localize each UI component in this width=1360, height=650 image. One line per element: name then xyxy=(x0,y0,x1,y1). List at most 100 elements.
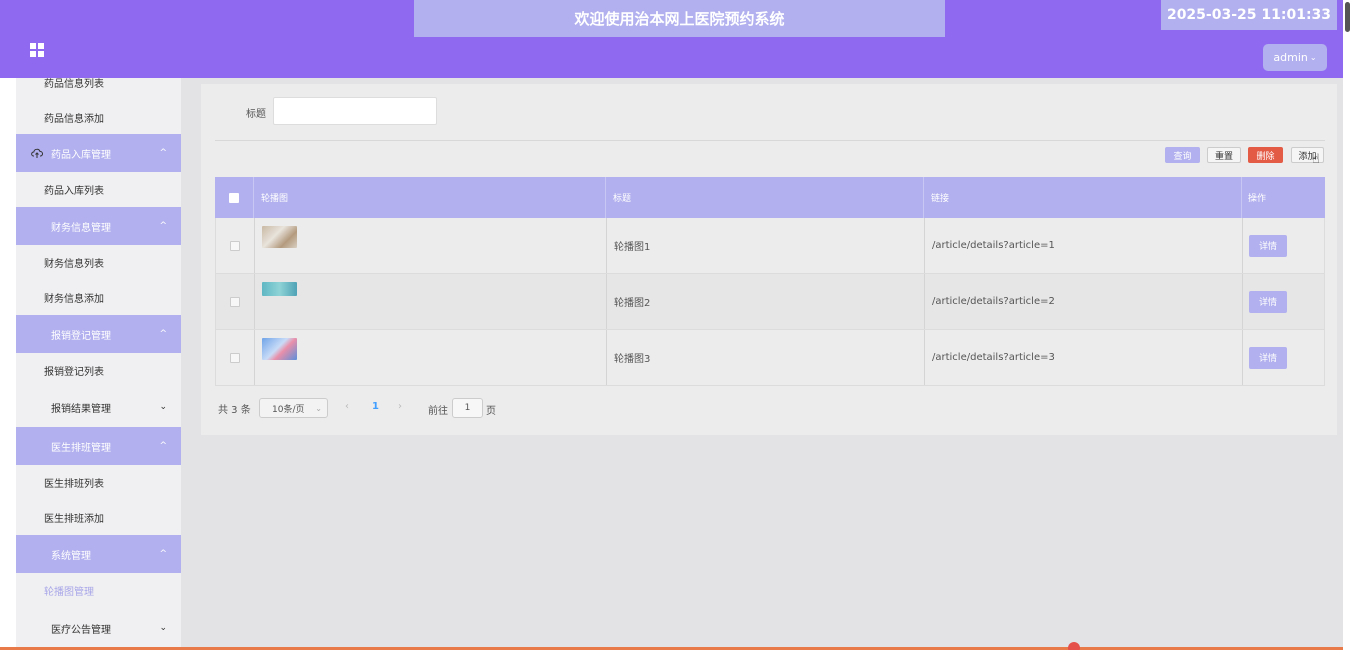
sidebar-group-medicine-stock[interactable]: 药品入库管理 ^ xyxy=(16,134,181,172)
scrollbar-thumb[interactable] xyxy=(1345,2,1350,32)
search-label: 标题 xyxy=(246,109,266,120)
sidebar-item-finance-add[interactable]: 财务信息添加 xyxy=(16,280,181,315)
chevron-down-icon: ⌄ xyxy=(159,623,167,633)
chevron-down-icon: ⌄ xyxy=(315,403,322,413)
user-menu-button[interactable]: admin ⌄ xyxy=(1263,44,1327,71)
sidebar-item-stock-list[interactable]: 药品入库列表 xyxy=(16,172,181,207)
chevron-up-icon: ^ xyxy=(159,441,167,451)
window-scrollbar[interactable] xyxy=(1343,0,1360,650)
sidebar-group-system[interactable]: 系统管理 ^ xyxy=(16,535,181,573)
divider xyxy=(215,140,1325,141)
table-row: 轮播图1 /article/details?article=1 详情 xyxy=(215,218,1325,274)
page-size-select[interactable]: 10条/页 ⌄ xyxy=(259,398,328,418)
sidebar-group-reimburse[interactable]: 报销登记管理 ^ xyxy=(16,315,181,353)
sidebar: 药品信息列表 药品信息添加 药品入库管理 ^ 药品入库列表 财务信息管理 ^ 财… xyxy=(16,78,181,650)
delete-button[interactable]: 删除 xyxy=(1248,147,1283,163)
chevron-up-icon: ^ xyxy=(159,148,167,158)
table-row: 轮播图3 /article/details?article=3 详情 xyxy=(215,330,1325,386)
title-cell: 轮播图1 xyxy=(607,218,925,273)
row-select-cell xyxy=(216,274,255,329)
query-button[interactable]: 查询 xyxy=(1165,147,1200,163)
carousel-thumbnail[interactable] xyxy=(262,226,297,248)
sidebar-group-doctor-schedule[interactable]: 医生排班管理 ^ xyxy=(16,427,181,465)
row-select-cell xyxy=(216,330,255,385)
image-cell xyxy=(255,330,607,385)
sidebar-item-label: 医生排班列表 xyxy=(44,479,104,490)
sidebar-item-label: 医生排班添加 xyxy=(44,514,104,525)
sidebar-item-label: 财务信息列表 xyxy=(44,259,104,270)
detail-button[interactable]: 详情 xyxy=(1249,346,1287,369)
menu-grid-icon[interactable] xyxy=(30,43,44,57)
sidebar-group-label: 报销登记管理 xyxy=(51,330,111,342)
title-cell: 轮播图3 xyxy=(607,330,925,385)
sidebar-group-label: 医生排班管理 xyxy=(51,442,111,454)
chevron-up-icon: ^ xyxy=(159,329,167,339)
top-header: 欢迎使用治本网上医院预约系统 2025-03-25 11:01:33 admin… xyxy=(0,0,1343,78)
row-select-cell xyxy=(216,218,255,273)
title-cell: 轮播图2 xyxy=(607,274,925,329)
row-checkbox[interactable] xyxy=(230,296,240,307)
record-indicator-icon xyxy=(1068,642,1080,650)
current-datetime: 2025-03-25 11:01:33 xyxy=(1161,0,1337,30)
goto-page-input[interactable]: 1 xyxy=(452,398,483,418)
sidebar-item-label: 药品信息列表 xyxy=(44,79,104,90)
column-header-action: 操作 xyxy=(1248,194,1267,204)
page-number-current[interactable]: 1 xyxy=(372,401,379,412)
sidebar-group-label: 财务信息管理 xyxy=(51,222,111,234)
carousel-thumbnail[interactable] xyxy=(262,282,297,296)
sidebar-group-announcement[interactable]: 医疗公告管理 ⌄ xyxy=(16,609,181,647)
column-header-title[interactable]: 标题 xyxy=(606,177,924,218)
cloud-upload-icon xyxy=(31,148,43,158)
sidebar-item-label: 报销登记列表 xyxy=(44,367,104,378)
sidebar-group-label: 医疗公告管理 xyxy=(51,624,111,636)
sidebar-group-label: 报销结果管理 xyxy=(51,403,111,415)
table-header: 轮播图 标题 链接 操作 xyxy=(215,177,1325,218)
sidebar-item-reimburse-list[interactable]: 报销登记列表 xyxy=(16,353,181,388)
detail-button[interactable]: 详情 xyxy=(1249,234,1287,257)
sidebar-group-finance[interactable]: 财务信息管理 ^ xyxy=(16,207,181,245)
table-row: 轮播图2 /article/details?article=2 详情 xyxy=(215,274,1325,330)
sidebar-item-label: 药品入库列表 xyxy=(44,186,104,197)
sidebar-item-medicine-list[interactable]: 药品信息列表 xyxy=(16,78,181,100)
content-card: 标题 查询 重置 删除 添加 ☝ 轮播图 标题 链接 操作 轮播图1 /arti… xyxy=(201,84,1337,435)
row-checkbox[interactable] xyxy=(230,240,240,251)
link-cell: /article/details?article=3 xyxy=(925,330,1243,385)
column-header-image[interactable]: 轮播图 xyxy=(254,177,606,218)
row-checkbox[interactable] xyxy=(230,352,240,363)
page-size-value: 10条/页 xyxy=(272,404,305,415)
prev-page-icon[interactable]: ‹ xyxy=(345,401,349,412)
image-cell xyxy=(255,218,607,273)
column-header-link[interactable]: 链接 xyxy=(924,177,1242,218)
sidebar-group-reimburse-result[interactable]: 报销结果管理 ⌄ xyxy=(16,388,181,426)
image-cell xyxy=(255,274,607,329)
left-margin xyxy=(0,78,16,650)
next-page-icon[interactable]: › xyxy=(398,401,402,412)
action-cell: 详情 xyxy=(1243,274,1326,329)
chevron-down-icon: ⌄ xyxy=(159,402,167,412)
hand-cursor-icon: ☝ xyxy=(1312,152,1320,167)
select-all-checkbox[interactable] xyxy=(229,192,239,203)
action-cell: 详情 xyxy=(1243,330,1326,385)
sidebar-item-finance-list[interactable]: 财务信息列表 xyxy=(16,245,181,280)
chevron-up-icon: ^ xyxy=(159,549,167,559)
pagination-total: 共 3 条 xyxy=(218,404,251,416)
sidebar-item-carousel[interactable]: 轮播图管理 xyxy=(16,573,181,608)
sidebar-item-schedule-list[interactable]: 医生排班列表 xyxy=(16,465,181,500)
sidebar-item-medicine-add[interactable]: 药品信息添加 xyxy=(16,100,181,135)
goto-label: 前往 xyxy=(428,406,448,417)
select-all-cell xyxy=(215,177,254,218)
carousel-thumbnail[interactable] xyxy=(262,338,297,360)
reset-button[interactable]: 重置 xyxy=(1207,147,1241,163)
title-search-input[interactable] xyxy=(273,97,437,125)
sidebar-item-label: 轮播图管理 xyxy=(44,587,94,598)
chevron-up-icon: ^ xyxy=(159,221,167,231)
goto-suffix: 页 xyxy=(486,406,496,417)
page-title: 欢迎使用治本网上医院预约系统 xyxy=(414,0,945,37)
sidebar-group-label: 系统管理 xyxy=(51,550,91,562)
sidebar-item-label: 药品信息添加 xyxy=(44,114,104,125)
link-cell: /article/details?article=2 xyxy=(925,274,1243,329)
user-menu-label: admin xyxy=(1273,51,1308,64)
action-cell: 详情 xyxy=(1243,218,1326,273)
detail-button[interactable]: 详情 xyxy=(1249,290,1287,313)
sidebar-item-schedule-add[interactable]: 医生排班添加 xyxy=(16,500,181,535)
